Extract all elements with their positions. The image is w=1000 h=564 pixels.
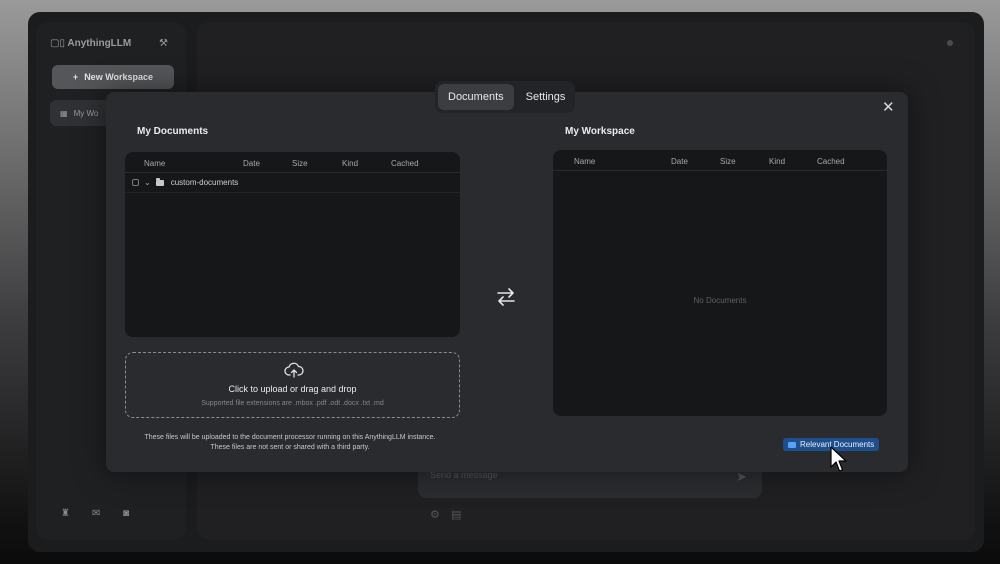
swap-arrows-icon[interactable] (494, 285, 518, 309)
new-workspace-button[interactable]: + New Workspace (52, 65, 174, 89)
status-dot (947, 40, 953, 46)
cloud-upload-icon (284, 362, 304, 378)
folder-row[interactable]: ⌄ custom-documents (125, 173, 460, 193)
column-header-date[interactable]: Date (243, 159, 260, 168)
brand-logo: ▢▯ AnythingLLM (50, 38, 132, 49)
column-header-size[interactable]: Size (720, 157, 736, 166)
modal-tab-bar: Documents Settings (435, 81, 575, 113)
disclaimer-line-2: These files are not sent or shared with … (210, 444, 370, 451)
column-header-cached[interactable]: Cached (817, 157, 845, 166)
plus-icon: + (72, 72, 79, 82)
column-header-name[interactable]: Name (574, 157, 595, 166)
brand-name: AnythingLLM (67, 38, 132, 49)
column-header-cached[interactable]: Cached (391, 159, 419, 168)
header-divider (553, 170, 887, 171)
upload-subtitle: Supported file extensions are .mbox .pdf… (201, 400, 384, 407)
column-header-kind[interactable]: Kind (769, 157, 785, 166)
my-workspace-title: My Workspace (565, 126, 635, 137)
tab-settings[interactable]: Settings (516, 84, 576, 110)
upload-title: Click to upload or drag and drop (228, 384, 357, 394)
workspace-item-label: My Wo (73, 108, 99, 118)
new-workspace-label: New Workspace (84, 72, 154, 82)
folder-name: custom-documents (170, 178, 239, 187)
upload-disclaimer: These files will be uploaded to the docu… (120, 433, 460, 453)
folder-icon (788, 441, 796, 448)
discord-icon[interactable]: ◙ (123, 508, 129, 519)
settings-icon[interactable]: ⚙ (430, 508, 440, 521)
my-documents-panel: Name Date Size Kind Cached ⌄ custom-docu… (125, 152, 460, 337)
row-checkbox[interactable] (132, 179, 139, 186)
trophy-icon[interactable]: ♜ (61, 508, 70, 519)
upload-dropzone[interactable]: Click to upload or drag and drop Support… (125, 352, 460, 418)
column-header-kind[interactable]: Kind (342, 159, 358, 168)
my-documents-title: My Documents (137, 126, 209, 137)
chevron-down-icon[interactable]: ⌄ (144, 178, 151, 187)
close-icon[interactable]: ✕ (882, 100, 895, 115)
slash-command-icon[interactable]: ▤ (451, 508, 461, 521)
empty-state-label: No Documents (693, 296, 747, 305)
disclaimer-line-1: These files will be uploaded to the docu… (144, 434, 436, 441)
grid-icon: ▦ (60, 108, 68, 118)
column-header-date[interactable]: Date (671, 157, 688, 166)
wrench-icon: ⚒ (159, 38, 168, 49)
mouse-pointer-icon (830, 446, 847, 472)
my-workspace-panel: Name Date Size Kind Cached No Documents (553, 150, 887, 416)
mail-icon[interactable]: ✉ (92, 508, 100, 519)
folder-icon (155, 177, 164, 186)
column-header-name[interactable]: Name (144, 159, 165, 168)
column-header-size[interactable]: Size (292, 159, 308, 168)
tab-documents[interactable]: Documents (438, 84, 514, 110)
